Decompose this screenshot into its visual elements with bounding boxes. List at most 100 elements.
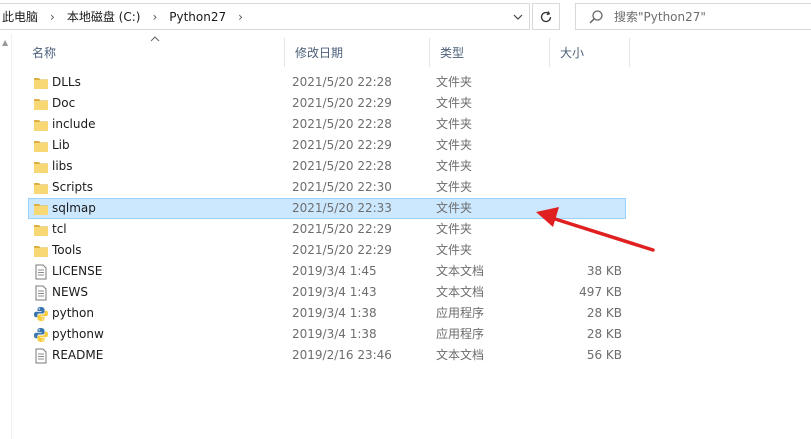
folder-icon xyxy=(33,222,49,238)
file-type: 文件夹 xyxy=(436,201,473,215)
file-date: 2021/5/20 22:28 xyxy=(292,117,392,131)
file-row[interactable]: python 2019/3/4 1:38 应用程序 28 KB xyxy=(28,303,626,324)
folder-icon xyxy=(33,75,49,91)
folder-icon xyxy=(33,159,49,175)
address-bar[interactable]: 此电脑 › 本地磁盘 (C:) › Python27 › xyxy=(0,3,530,30)
folder-icon xyxy=(33,243,49,259)
file-type: 文件夹 xyxy=(436,180,473,194)
search-placeholder: 搜索"Python27" xyxy=(614,10,706,24)
breadcrumb-separator-icon[interactable]: › xyxy=(238,10,243,24)
file-type: 文本文档 xyxy=(436,348,485,362)
folder-icon xyxy=(33,180,49,196)
search-input[interactable]: 搜索"Python27" xyxy=(575,3,811,30)
file-date: 2019/3/4 1:45 xyxy=(292,264,377,278)
file-name: sqlmap xyxy=(52,201,96,215)
file-date: 2019/2/16 23:46 xyxy=(292,348,392,362)
python-exe-icon xyxy=(33,327,49,343)
sort-ascending-icon xyxy=(150,35,160,45)
file-size: 28 KB xyxy=(586,306,622,320)
navigation-pane-scrollbar[interactable]: ▲ xyxy=(0,34,12,439)
file-date: 2021/5/20 22:29 xyxy=(292,138,392,152)
file-type: 文件夹 xyxy=(436,159,473,173)
file-type: 文本文档 xyxy=(436,264,485,278)
column-header-date[interactable]: 修改日期 xyxy=(285,38,430,67)
breadcrumb-local-disk[interactable]: 本地磁盘 (C:) xyxy=(67,8,141,25)
file-date: 2021/5/20 22:29 xyxy=(292,222,392,236)
toolbar: 此电脑 › 本地磁盘 (C:) › Python27 › 搜索"Python27… xyxy=(0,0,811,34)
breadcrumb-python27[interactable]: Python27 xyxy=(169,10,226,24)
file-date: 2021/5/20 22:29 xyxy=(292,243,392,257)
scroll-up-icon[interactable]: ▲ xyxy=(2,38,8,47)
folder-icon xyxy=(33,138,49,154)
file-name: Lib xyxy=(52,138,70,152)
breadcrumb-separator-icon[interactable]: › xyxy=(50,10,55,24)
refresh-button[interactable] xyxy=(532,3,560,30)
file-row[interactable]: README 2019/2/16 23:46 文本文档 56 KB xyxy=(28,345,626,366)
column-headers: 名称 修改日期 类型 大小 xyxy=(22,35,632,67)
file-row[interactable]: libs 2021/5/20 22:28 文件夹 xyxy=(28,156,626,177)
file-type: 文件夹 xyxy=(436,75,473,89)
file-name: include xyxy=(52,117,96,131)
file-date: 2019/3/4 1:38 xyxy=(292,327,377,341)
file-row[interactable]: Doc 2021/5/20 22:29 文件夹 xyxy=(28,93,626,114)
folder-icon xyxy=(33,96,49,112)
file-type: 文件夹 xyxy=(436,243,473,257)
file-row[interactable]: sqlmap 2021/5/20 22:33 文件夹 xyxy=(28,198,626,219)
file-row[interactable]: NEWS 2019/3/4 1:43 文本文档 497 KB xyxy=(28,282,626,303)
file-date: 2019/3/4 1:43 xyxy=(292,285,377,299)
file-name: libs xyxy=(52,159,73,173)
file-size: 497 KB xyxy=(579,285,622,299)
folder-icon xyxy=(33,117,49,133)
column-header-size[interactable]: 大小 xyxy=(550,38,630,67)
file-size xyxy=(549,220,622,239)
file-name: LICENSE xyxy=(52,264,103,278)
file-type: 文件夹 xyxy=(436,222,473,236)
file-type: 应用程序 xyxy=(436,327,485,341)
file-row[interactable]: Tools 2021/5/20 22:29 文件夹 xyxy=(28,240,626,261)
file-date: 2021/5/20 22:30 xyxy=(292,180,392,194)
column-header-name-label: 名称 xyxy=(32,46,57,60)
file-date: 2021/5/20 22:33 xyxy=(292,201,392,215)
folder-icon xyxy=(33,201,49,217)
file-size xyxy=(549,157,622,176)
file-row[interactable]: tcl 2021/5/20 22:29 文件夹 xyxy=(28,219,626,240)
file-name: Scripts xyxy=(52,180,94,194)
file-date: 2019/3/4 1:38 xyxy=(292,306,377,320)
breadcrumb-this-pc[interactable]: 此电脑 xyxy=(2,8,38,25)
file-row[interactable]: DLLs 2021/5/20 22:28 文件夹 xyxy=(28,72,626,93)
file-row[interactable]: include 2021/5/20 22:28 文件夹 xyxy=(28,114,626,135)
file-name: README xyxy=(52,348,104,362)
file-type: 应用程序 xyxy=(436,306,485,320)
column-header-type-label: 类型 xyxy=(440,46,465,60)
file-row[interactable]: Scripts 2021/5/20 22:30 文件夹 xyxy=(28,177,626,198)
file-name: DLLs xyxy=(52,75,81,89)
file-size xyxy=(549,94,622,113)
file-size xyxy=(549,178,622,197)
file-size: 38 KB xyxy=(586,264,622,278)
file-size xyxy=(549,73,622,92)
column-header-name[interactable]: 名称 xyxy=(22,35,285,67)
file-size: 28 KB xyxy=(586,327,622,341)
file-type: 文件夹 xyxy=(436,117,473,131)
column-header-type[interactable]: 类型 xyxy=(430,38,550,67)
file-size xyxy=(549,199,622,218)
file-row[interactable]: LICENSE 2019/3/4 1:45 文本文档 38 KB xyxy=(28,261,626,282)
breadcrumb-separator-icon[interactable]: › xyxy=(152,10,157,24)
file-date: 2021/5/20 22:28 xyxy=(292,75,392,89)
text-file-icon xyxy=(33,264,49,280)
chevron-down-icon[interactable] xyxy=(507,4,529,29)
refresh-icon xyxy=(540,10,552,22)
column-header-date-label: 修改日期 xyxy=(295,46,344,60)
file-size xyxy=(549,115,622,134)
file-name: Doc xyxy=(52,96,76,110)
file-row[interactable]: Lib 2021/5/20 22:29 文件夹 xyxy=(28,135,626,156)
file-size xyxy=(549,136,622,155)
file-type: 文件夹 xyxy=(436,138,473,152)
file-size xyxy=(549,241,622,260)
file-size: 56 KB xyxy=(586,348,622,362)
text-file-icon xyxy=(33,285,49,301)
file-name: Tools xyxy=(52,243,82,257)
file-name: pythonw xyxy=(52,327,104,341)
file-row[interactable]: pythonw 2019/3/4 1:38 应用程序 28 KB xyxy=(28,324,626,345)
file-name: tcl xyxy=(52,222,67,236)
